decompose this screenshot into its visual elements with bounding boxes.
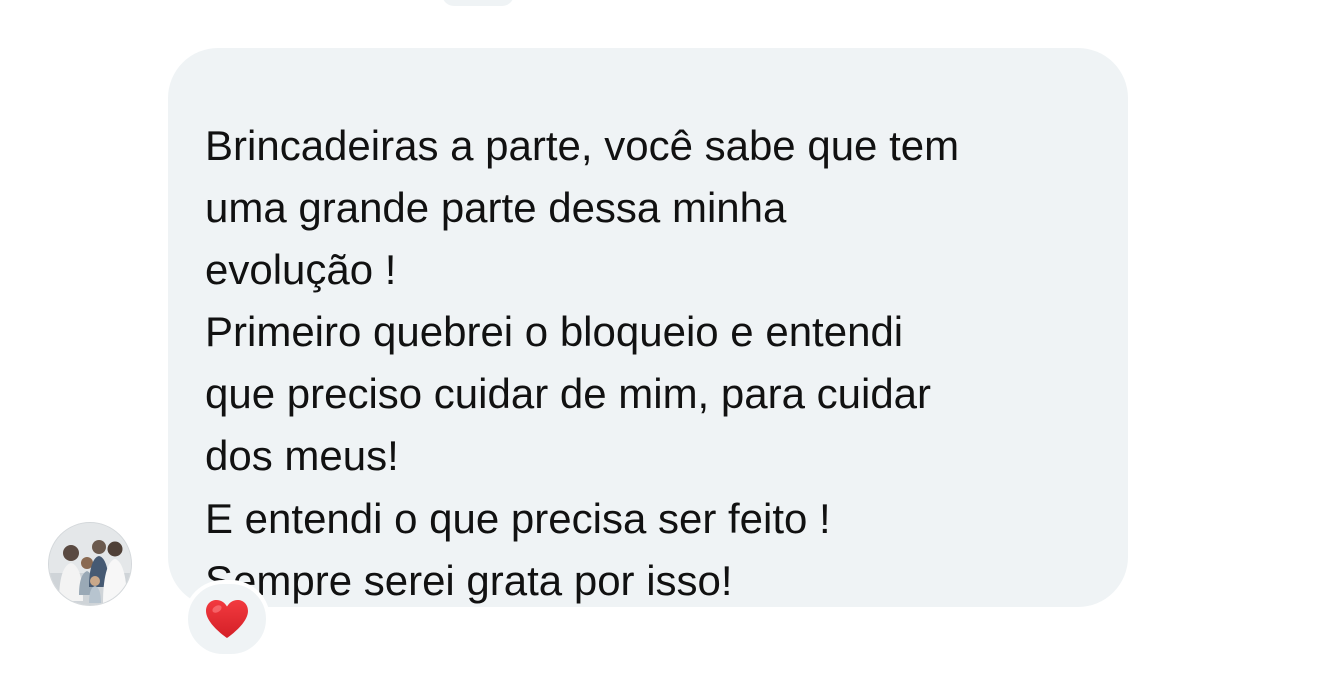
message-line: que preciso cuidar de mim, para cuidar [205,370,932,417]
message-bubble[interactable]: Brincadeiras a parte, você sabe que tem … [168,48,1128,607]
message-line: E entendi o que precisa ser feito ! [205,495,831,542]
message-line: dos meus! [205,432,399,479]
previous-message-fragment [442,0,514,6]
message-line: Sempre serei grata por isso! [205,557,733,604]
message-line: Brincadeiras a parte, você sabe que tem [205,122,960,169]
red-heart-icon [206,600,248,638]
message-line: Primeiro quebrei o bloqueio e entendi [205,308,904,355]
message-line: evolução ! [205,246,397,293]
sender-avatar[interactable] [48,522,132,606]
message-line: uma grande parte dessa minha [205,184,787,231]
profile-photo-icon [49,523,131,605]
reaction-badge[interactable] [184,580,270,658]
